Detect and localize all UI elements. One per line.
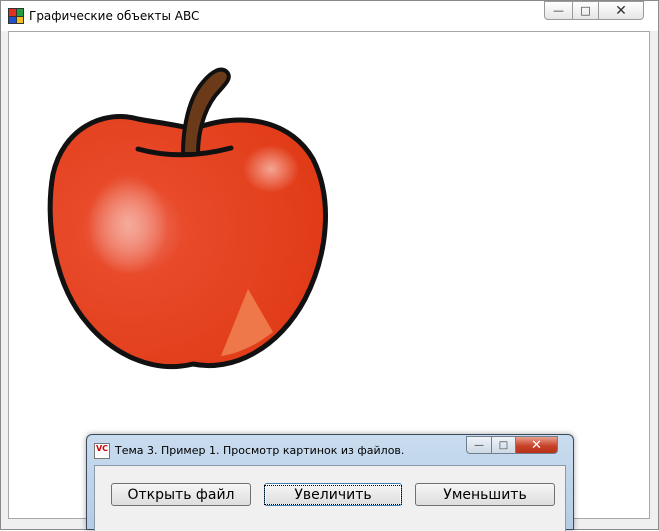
viewer-dialog: VC Тема 3. Пример 1. Просмотр картинок и… <box>86 434 574 531</box>
open-file-button[interactable]: Открыть файл <box>111 483 251 506</box>
close-button[interactable]: ✕ <box>598 1 644 20</box>
maximize-icon: □ <box>580 4 591 17</box>
dialog-maximize-button[interactable]: □ <box>491 436 516 454</box>
dialog-title: Тема 3. Пример 1. Просмотр картинок из ф… <box>115 444 405 457</box>
maximize-button[interactable]: □ <box>572 1 599 20</box>
zoom-in-button[interactable]: Увеличить <box>264 483 402 506</box>
app-icon[interactable] <box>8 8 24 24</box>
close-icon: ✕ <box>615 2 627 19</box>
minimize-icon: — <box>474 439 484 451</box>
zoom-out-button[interactable]: Уменьшить <box>415 483 555 506</box>
maximize-icon: □ <box>498 439 509 451</box>
minimize-button[interactable]: — <box>544 1 573 20</box>
main-window-controls: — □ ✕ <box>544 1 644 21</box>
dialog-client-area: Открыть файл Увеличить Уменьшить <box>94 465 566 531</box>
main-window-title: Графические объекты ABC <box>29 9 200 23</box>
dialog-window-controls: — □ ✕ <box>466 436 558 454</box>
dialog-app-icon[interactable]: VC <box>94 443 110 459</box>
close-icon: ✕ <box>531 437 542 453</box>
apple-icon <box>47 67 328 370</box>
dialog-minimize-button[interactable]: — <box>466 436 492 454</box>
dialog-close-button[interactable]: ✕ <box>515 436 558 454</box>
minimize-icon: — <box>553 4 564 17</box>
